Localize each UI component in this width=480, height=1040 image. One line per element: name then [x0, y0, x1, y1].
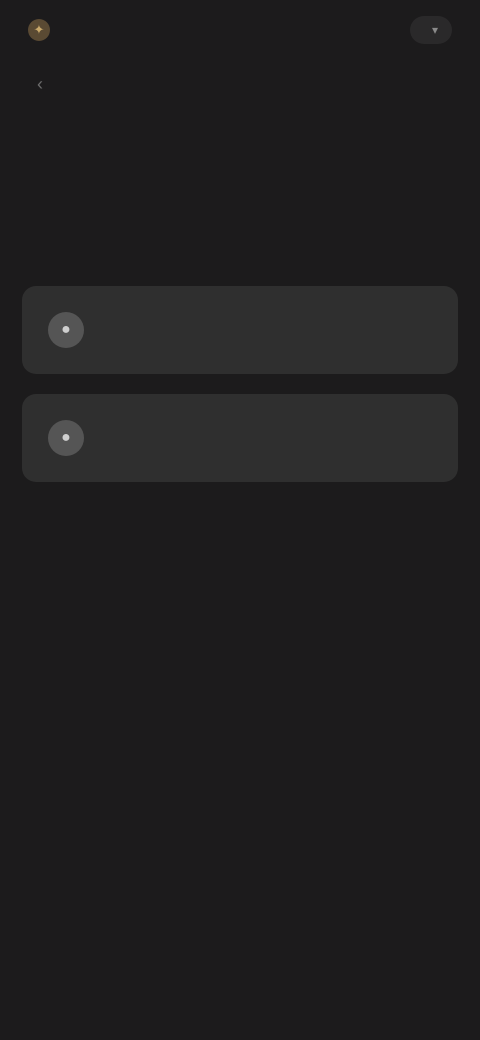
option-card-1[interactable]: ● — [22, 286, 458, 374]
top-bar: ✦ ▾ — [0, 0, 480, 60]
option-icon: ● — [48, 420, 84, 456]
app-screen: ✦ ▾ ‹ ● ● — [0, 0, 480, 1040]
option-card-2[interactable]: ● — [22, 394, 458, 482]
breadcrumb: ‹ — [0, 66, 480, 102]
chevron-down-icon: ▾ — [431, 23, 438, 37]
brand[interactable]: ✦ — [28, 19, 62, 41]
account-menu-button[interactable]: ▾ — [409, 16, 452, 44]
star-icon: ✦ — [28, 19, 50, 41]
option-icon: ● — [48, 312, 84, 348]
back-arrow-icon[interactable]: ‹ — [28, 72, 52, 96]
option-list: ● ● — [22, 286, 458, 482]
